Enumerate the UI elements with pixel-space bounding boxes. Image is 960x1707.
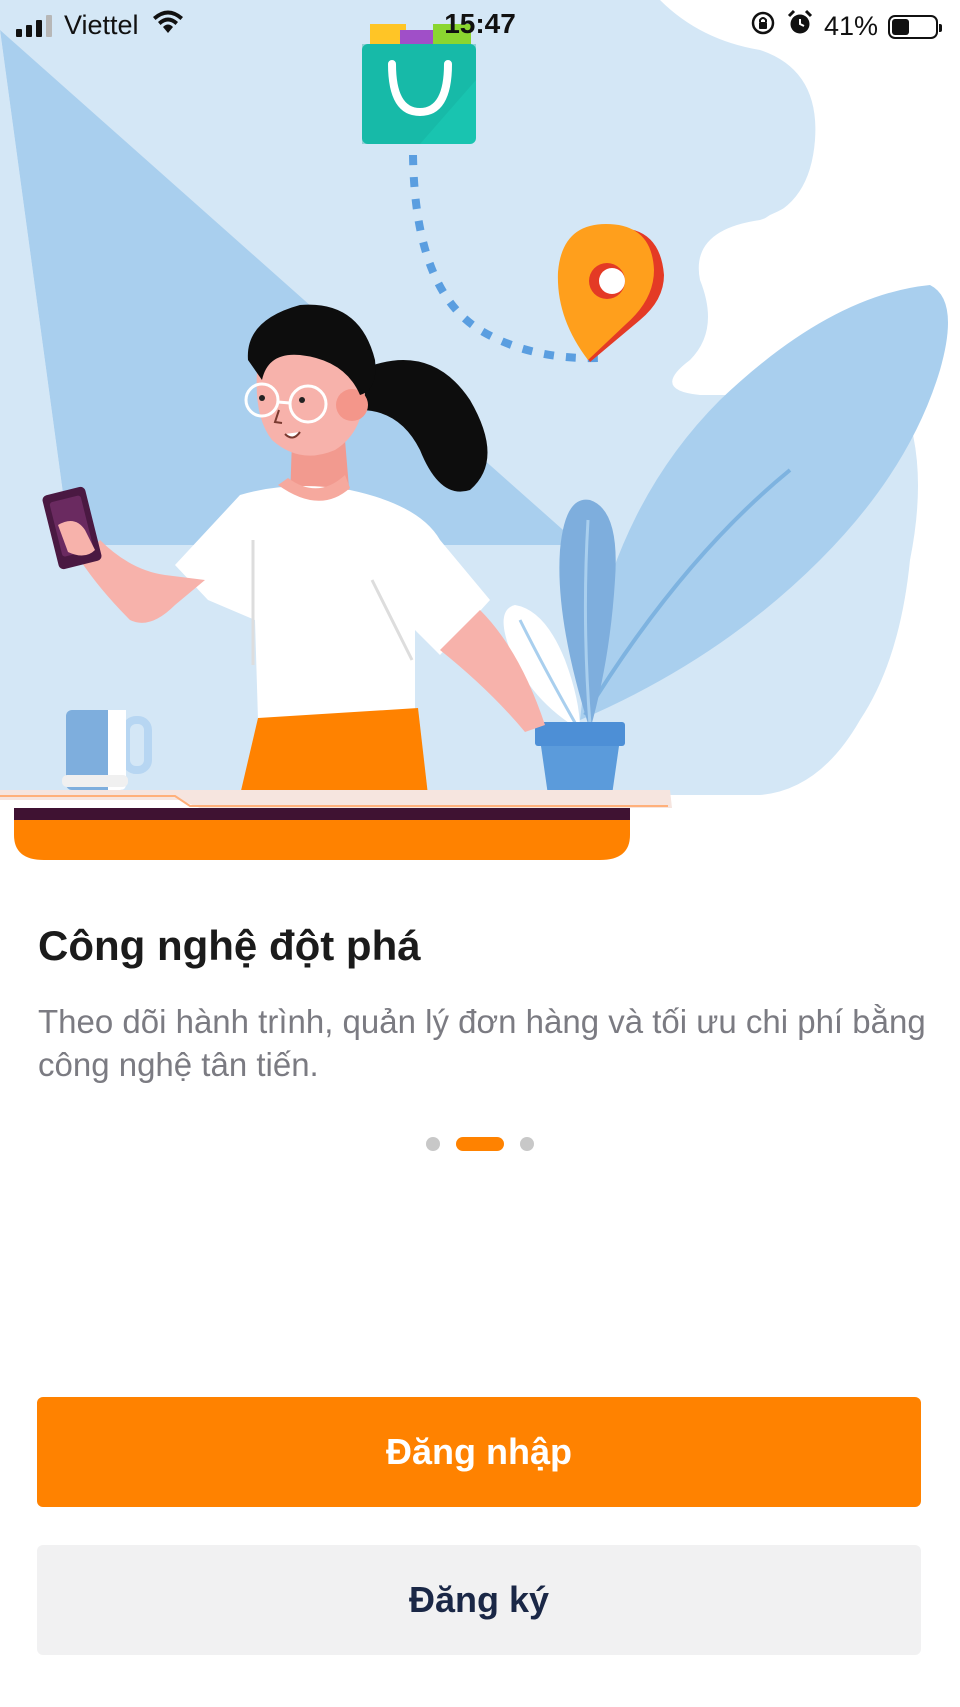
battery-fill xyxy=(892,18,910,35)
rotation-lock-icon xyxy=(750,10,776,43)
status-bar: Viettel 15:47 41% xyxy=(0,0,960,52)
login-button[interactable]: Đăng nhập xyxy=(37,1397,921,1507)
onboarding-content: Công nghệ đột phá Theo dõi hành trình, q… xyxy=(38,920,928,1086)
page-dot[interactable] xyxy=(426,1137,440,1151)
battery-percent: 41% xyxy=(823,11,878,41)
onboarding-title: Công nghệ đột phá xyxy=(38,922,421,969)
hero-illustration xyxy=(0,0,960,880)
alarm-icon xyxy=(786,9,814,44)
desk xyxy=(0,790,672,860)
battery-icon xyxy=(888,14,942,39)
page-indicator[interactable] xyxy=(0,1137,960,1151)
register-button[interactable]: Đăng ký xyxy=(37,1545,921,1655)
status-right: 41% xyxy=(750,9,942,44)
page-dot-active[interactable] xyxy=(456,1137,504,1151)
onboarding-description: Theo dõi hành trình, quản lý đơn hàng và… xyxy=(38,1003,926,1083)
page-dot[interactable] xyxy=(520,1137,534,1151)
onboarding-screen: Viettel 15:47 41% Công nghệ đột phá Theo… xyxy=(0,0,960,1707)
